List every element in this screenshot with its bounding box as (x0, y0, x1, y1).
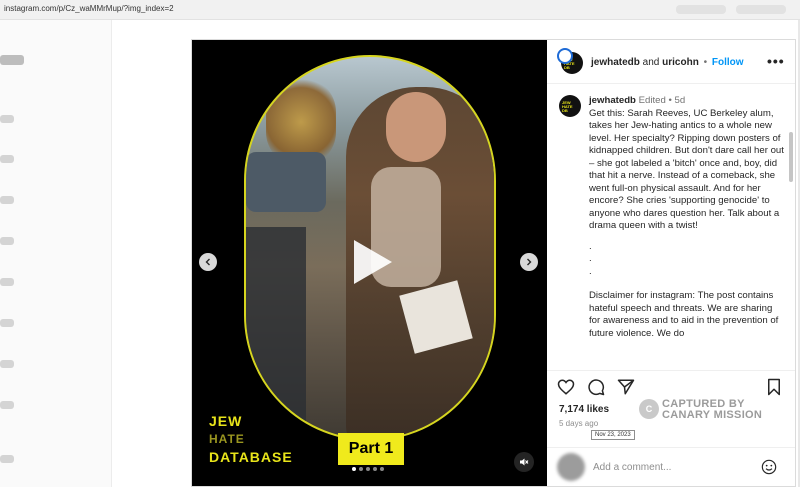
like-count[interactable]: 7,174 likes (559, 404, 609, 415)
sidebar-item-home[interactable] (0, 115, 14, 123)
slide-indicator (352, 467, 384, 471)
previous-slide-button[interactable] (199, 253, 217, 271)
post-media[interactable]: JEW HATE DATABASE Part 1 (192, 40, 547, 486)
next-slide-button[interactable] (520, 253, 538, 271)
chevron-right-icon (527, 258, 532, 266)
slide-dot (359, 467, 363, 471)
heart-icon[interactable] (557, 378, 575, 396)
post-details-panel: JEWHATEDB jewhatedb and uricohn • Follow… (547, 40, 795, 486)
sidebar-item-reels[interactable] (0, 237, 14, 245)
slide-dot (373, 467, 377, 471)
disclaimer-text: Disclaimer for instagram: The post conta… (589, 290, 779, 339)
comment-input[interactable]: Add a comment... (593, 462, 671, 473)
brand-logo: JEW HATE DATABASE (209, 413, 293, 465)
post-authors: jewhatedb and uricohn • Follow (591, 57, 744, 68)
part-label: Part 1 (338, 433, 404, 465)
canary-mission-logo: C (639, 399, 659, 419)
post-header: JEWHATEDB jewhatedb and uricohn • Follow… (547, 40, 795, 84)
sidebar (0, 20, 112, 487)
emoji-icon[interactable] (761, 459, 777, 475)
comment-composer: Add a comment... (547, 447, 795, 487)
more-options-icon[interactable]: ••• (767, 53, 785, 69)
slide-dot (366, 467, 370, 471)
caption-author-avatar[interactable]: JEW HATE DB (559, 95, 581, 117)
sidebar-item-search[interactable] (0, 155, 14, 163)
chevron-left-icon (205, 258, 210, 266)
sidebar-item-explore[interactable] (0, 196, 14, 204)
author-username[interactable]: jewhatedb (591, 57, 640, 68)
sidebar-item-notifications[interactable] (0, 319, 14, 327)
share-icon[interactable] (617, 378, 635, 396)
caption-scrollbar[interactable] (789, 132, 793, 182)
comment-icon[interactable] (587, 378, 605, 396)
collaborator-username[interactable]: uricohn (662, 57, 699, 68)
speaker-muted-icon (520, 458, 529, 466)
sidebar-item-create[interactable] (0, 360, 14, 368)
sidebar-item-profile[interactable] (0, 401, 14, 409)
follow-button[interactable]: Follow (712, 57, 744, 68)
sidebar-item-messages[interactable] (0, 278, 14, 286)
caption-username[interactable]: jewhatedb (589, 95, 636, 106)
date-tooltip: Nov 23, 2023 (591, 430, 635, 440)
play-icon[interactable] (344, 236, 396, 288)
post-actions: 7,174 likes 5 days ago Nov 23, 2023 C CA… (547, 370, 795, 486)
blurred-toolbar-item (736, 5, 786, 14)
blurred-toolbar-item (676, 5, 726, 14)
sidebar-item-threads[interactable] (0, 455, 14, 463)
post-dialog: JEW HATE DATABASE Part 1 JEWHATEDB jewha… (191, 39, 796, 487)
url-text[interactable]: instagram.com/p/Cz_waMMrMup/?img_index=2 (4, 4, 174, 13)
watermark: CAPTURED BY CANARY MISSION (662, 398, 763, 421)
collaborator-avatar[interactable] (557, 48, 573, 64)
instagram-logo[interactable] (0, 55, 24, 65)
viewer-avatar (557, 453, 585, 481)
caption-age[interactable]: 5d (675, 95, 686, 106)
bookmark-icon[interactable] (765, 378, 783, 396)
slide-dot (380, 467, 384, 471)
caption-section: JEW HATE DB jewhatedb Edited • 5d Get this… (547, 85, 795, 368)
caption-text: jewhatedb Edited • 5d Get this: Sarah Re… (589, 95, 784, 339)
caption-body: Get this: Sarah Reeves, UC Berkeley alum… (589, 107, 784, 232)
mute-button[interactable] (514, 452, 534, 472)
slide-dot (352, 467, 356, 471)
post-timestamp[interactable]: 5 days ago (559, 419, 598, 428)
browser-address-bar[interactable]: instagram.com/p/Cz_waMMrMup/?img_index=2 (0, 0, 800, 20)
